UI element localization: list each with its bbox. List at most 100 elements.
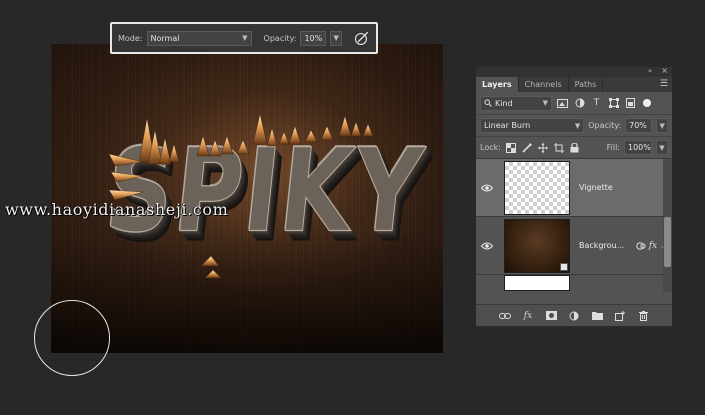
add-mask-icon[interactable]	[545, 309, 558, 322]
layer-opacity-value: 70%	[629, 121, 647, 130]
lock-position-icon[interactable]	[537, 142, 549, 154]
spike	[350, 121, 362, 137]
layer-row-background[interactable]: Backgrou... fx ⌄	[476, 217, 672, 275]
layer-opacity-label: Opacity:	[588, 121, 622, 130]
layers-bottom-toolbar: fx	[476, 304, 672, 326]
fill-label: Fill:	[606, 143, 620, 152]
lock-all-icon[interactable]	[569, 142, 581, 154]
lock-artboard-icon[interactable]	[553, 142, 565, 154]
filter-kind-content: Kind	[484, 99, 513, 108]
lock-transparent-pixels-icon[interactable]	[505, 142, 517, 154]
artwork-spikes	[108, 113, 374, 279]
panel-tabs: Layers Channels Paths ☰	[476, 77, 672, 92]
smart-filter-icon	[636, 241, 646, 250]
layer-filter-row: Kind ▼ T	[476, 92, 672, 114]
lock-label: Lock:	[480, 143, 501, 152]
chevron-down-icon: ▼	[659, 121, 665, 130]
brush-options-bar: Mode: Normal ▼ Opacity: 10% ▼	[110, 22, 378, 54]
spike	[278, 131, 290, 145]
new-group-folder-icon[interactable]	[591, 309, 604, 322]
filter-adjustment-icon[interactable]	[573, 97, 586, 110]
document-canvas[interactable]: SPIKY	[51, 44, 443, 353]
filter-kind-label: Kind	[495, 98, 513, 108]
spike	[208, 139, 222, 157]
airbrush-icon[interactable]	[354, 30, 370, 46]
lock-row: Lock: Fill: 100% ▼	[476, 136, 672, 158]
layer-opacity-input[interactable]: 70%	[625, 118, 653, 133]
spike	[266, 127, 278, 147]
chevron-down-icon: ▼	[333, 34, 339, 42]
fill-value: 100%	[628, 143, 651, 152]
filter-type-icon[interactable]: T	[590, 97, 603, 110]
layer-list: Vignette Backgrou... fx ⌄	[476, 158, 672, 292]
spike	[168, 143, 180, 163]
layer-row-partial[interactable]	[476, 275, 672, 292]
new-layer-icon[interactable]	[614, 309, 627, 322]
layers-panel: « × Layers Channels Paths ☰ Kind ▼ T Lin…	[475, 66, 673, 327]
add-layer-style-icon[interactable]: fx	[522, 309, 535, 322]
layer-thumbnail-transparent[interactable]	[504, 160, 570, 215]
layer-thumbnail-white[interactable]	[504, 275, 570, 291]
mode-value: Normal	[150, 33, 180, 43]
spike	[204, 269, 222, 279]
scrollbar-thumb[interactable]	[664, 217, 671, 267]
tab-paths[interactable]: Paths	[569, 77, 604, 92]
fill-dropdown[interactable]: ▼	[656, 140, 668, 155]
spike	[304, 129, 318, 143]
opacity-dropdown-button[interactable]: ▼	[330, 30, 343, 46]
lock-image-pixels-icon[interactable]	[521, 142, 533, 154]
blend-mode-select[interactable]: Linear Burn ▼	[480, 118, 585, 133]
close-panel-icon[interactable]: ×	[661, 66, 668, 75]
spike	[110, 171, 144, 183]
opacity-value: 10%	[304, 33, 323, 43]
delete-layer-trash-icon[interactable]	[637, 309, 650, 322]
opacity-label: Opacity:	[263, 33, 297, 43]
spike	[252, 113, 268, 145]
spike	[108, 153, 144, 167]
filter-toggle-switch[interactable]	[643, 99, 651, 107]
layer-name[interactable]: Vignette	[579, 183, 613, 192]
spike	[108, 189, 144, 201]
spike	[158, 137, 172, 165]
chevron-down-icon: ▼	[542, 99, 548, 107]
mode-label: Mode:	[118, 33, 143, 43]
layer-effects-indicator[interactable]: fx ⌄	[636, 241, 666, 251]
chevron-down-icon: ▼	[242, 34, 248, 42]
new-adjustment-layer-icon[interactable]	[568, 309, 581, 322]
panel-title-bar[interactable]: « ×	[476, 66, 672, 77]
filter-pixel-icon[interactable]	[556, 97, 569, 110]
mode-select[interactable]: Normal ▼	[146, 30, 252, 46]
spike	[200, 255, 220, 267]
spike	[362, 123, 374, 137]
panel-menu-icon[interactable]: ☰	[660, 79, 668, 89]
layer-opacity-dropdown[interactable]: ▼	[656, 118, 668, 133]
opacity-input[interactable]: 10%	[300, 30, 327, 46]
blend-mode-value: Linear Burn	[484, 121, 531, 130]
tab-layers[interactable]: Layers	[476, 77, 519, 92]
spike	[320, 125, 334, 141]
fill-input[interactable]: 100%	[624, 140, 652, 155]
layer-row-vignette[interactable]: Vignette	[476, 159, 672, 217]
visibility-eye-icon[interactable]	[476, 184, 498, 192]
spike	[236, 139, 250, 155]
spike	[288, 125, 302, 145]
chevron-down-icon: ▼	[659, 143, 665, 152]
filter-kind-select[interactable]: Kind ▼	[480, 95, 552, 111]
spike	[220, 135, 234, 155]
link-layers-icon[interactable]	[499, 309, 512, 322]
smart-object-badge-icon	[560, 262, 568, 271]
layer-name[interactable]: Backgrou...	[579, 241, 624, 250]
tab-channels[interactable]: Channels	[519, 77, 569, 92]
chevron-down-icon: ▼	[574, 121, 581, 130]
fx-icon: fx	[648, 240, 658, 251]
filter-shape-icon[interactable]	[607, 97, 620, 110]
layer-list-scrollbar[interactable]	[663, 159, 672, 292]
collapse-panel-icon[interactable]: «	[648, 67, 652, 75]
visibility-eye-icon[interactable]	[476, 242, 498, 250]
brush-cursor-ring	[34, 300, 110, 376]
spike	[196, 135, 210, 157]
watermark-text: www.haoyidianasheji.com	[5, 200, 229, 219]
filter-smart-object-icon[interactable]	[624, 97, 637, 110]
spike	[338, 115, 352, 137]
layer-thumbnail-background[interactable]	[504, 218, 570, 273]
